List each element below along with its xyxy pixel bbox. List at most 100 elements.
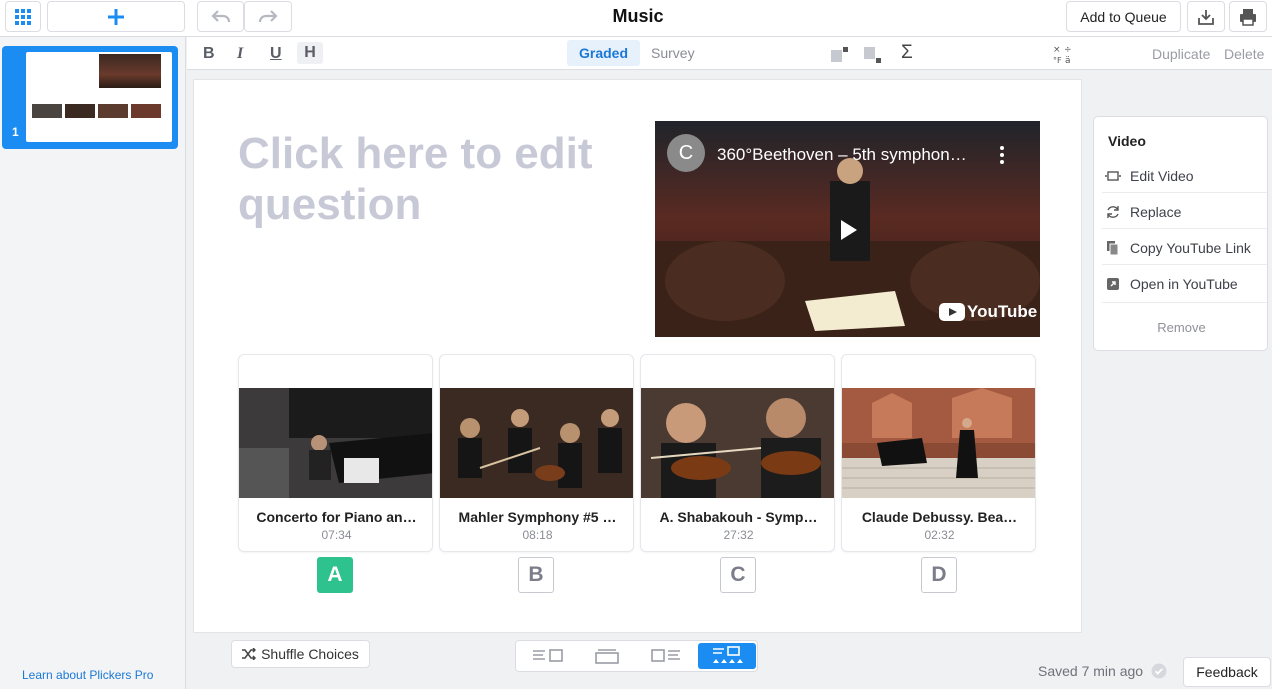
- external-link-icon: [1107, 278, 1119, 290]
- option-label: Copy YouTube Link: [1130, 240, 1251, 256]
- shuffle-icon: [242, 648, 257, 660]
- print-icon: [1240, 8, 1256, 26]
- slide-number: 1: [12, 125, 19, 139]
- top-bar: Music Add to Queue: [0, 0, 1272, 37]
- redo-button[interactable]: [244, 1, 292, 32]
- layout-media-icon: [595, 649, 619, 664]
- choice-letter-d[interactable]: D: [921, 557, 957, 593]
- choice-card-b[interactable]: Mahler Symphony #5 … 08:18: [439, 354, 634, 552]
- bold-button[interactable]: B: [203, 45, 215, 63]
- layout-media-choices-button[interactable]: [698, 643, 756, 669]
- italic-button[interactable]: I: [237, 45, 243, 63]
- choice-thumbnail: [239, 388, 432, 498]
- layout-media-left-button[interactable]: [638, 643, 696, 669]
- copy-youtube-link-option[interactable]: Copy YouTube Link: [1102, 231, 1267, 265]
- subscript-icon: [864, 47, 881, 63]
- option-label: Edit Video: [1130, 168, 1194, 184]
- symbols-button[interactable]: × ÷ °F ä: [1053, 43, 1075, 66]
- edit-video-option[interactable]: Edit Video: [1102, 159, 1267, 193]
- save-status: Saved 7 min ago: [1038, 663, 1167, 679]
- symbols-icon: × ÷ °F ä: [1053, 45, 1072, 66]
- underline-button[interactable]: U: [270, 45, 282, 63]
- grid-icon: [15, 8, 31, 25]
- layout-text-media-icon: [533, 649, 563, 662]
- choice-letter-a[interactable]: A: [317, 557, 353, 593]
- slide-thumbnail-preview: [26, 52, 172, 142]
- plus-icon: [108, 8, 124, 25]
- choice-card-c[interactable]: A. Shabakouh - Symp… 27:32: [640, 354, 835, 552]
- graded-toggle[interactable]: Graded: [567, 40, 641, 66]
- video-title[interactable]: 360°Beethoven – 5th symphon…: [717, 145, 997, 165]
- choice-card-d[interactable]: Claude Debussy. Bea… 02:32: [841, 354, 1036, 552]
- video-frame-icon: [1105, 171, 1121, 181]
- refresh-icon: [1107, 206, 1119, 218]
- check-circle-icon: [1151, 663, 1167, 679]
- youtube-wordmark: YouTube: [967, 302, 1038, 321]
- video-embed[interactable]: C 360°Beethoven – 5th symphon… YouTube: [655, 121, 1040, 337]
- download-icon: [1198, 9, 1214, 25]
- layout-media-text-icon: [651, 649, 680, 662]
- shuffle-choices-button[interactable]: Shuffle Choices: [231, 640, 370, 668]
- layout-switcher: [515, 640, 758, 672]
- save-status-text: Saved 7 min ago: [1038, 663, 1144, 679]
- survey-toggle[interactable]: Survey: [639, 40, 707, 66]
- shuffle-label: Shuffle Choices: [261, 646, 359, 662]
- duplicate-button[interactable]: Duplicate: [1152, 46, 1210, 62]
- superscript-button[interactable]: [831, 47, 849, 63]
- choice-letter-b[interactable]: B: [518, 557, 554, 593]
- undo-button[interactable]: [197, 1, 244, 32]
- copy-icon: [1107, 241, 1119, 255]
- learn-pro-link[interactable]: Learn about Plickers Pro: [22, 668, 153, 682]
- slide-sidebar: 1 Learn about Plickers Pro: [0, 37, 186, 689]
- replace-option[interactable]: Replace: [1102, 195, 1267, 229]
- choice-thumbnail: [641, 388, 834, 498]
- export-button[interactable]: [1187, 1, 1225, 32]
- video-more-button[interactable]: [997, 145, 1007, 165]
- choice-duration: 08:18: [522, 528, 553, 542]
- superscript-icon: [831, 47, 848, 62]
- choice-duration: 02:32: [924, 528, 955, 542]
- new-slide-button[interactable]: [47, 1, 185, 32]
- format-toolbar: B I U H Graded Survey Σ × ÷ °F ä Duplica…: [187, 37, 1272, 70]
- panel-heading: Video: [1108, 133, 1146, 149]
- add-to-queue-button[interactable]: Add to Queue: [1066, 1, 1181, 32]
- layout-text-left-button[interactable]: [518, 643, 576, 669]
- choice-letter-c[interactable]: C: [720, 557, 756, 593]
- svg-text:°F: °F: [1053, 56, 1062, 65]
- more-vertical-icon: [1000, 146, 1004, 164]
- choice-duration: 07:34: [321, 528, 352, 542]
- feedback-button[interactable]: Feedback: [1183, 657, 1271, 687]
- choice-title: Concerto for Piano an…: [256, 509, 417, 525]
- choice-card-a[interactable]: Concerto for Piano an… 07:34: [238, 354, 433, 552]
- youtube-play-icon: [939, 303, 965, 321]
- open-in-youtube-option[interactable]: Open in YouTube: [1102, 267, 1267, 301]
- remove-video-button[interactable]: Remove: [1094, 320, 1269, 335]
- layout-media-only-button[interactable]: [578, 643, 636, 669]
- heading-button[interactable]: H: [297, 42, 323, 64]
- channel-avatar: C: [667, 134, 705, 172]
- print-button[interactable]: [1229, 1, 1267, 32]
- option-label: Replace: [1130, 204, 1182, 220]
- page-title: Music: [612, 6, 664, 26]
- youtube-logo: YouTube: [939, 301, 1037, 323]
- choice-duration: 27:32: [723, 528, 754, 542]
- question-text[interactable]: Click here to edit question: [238, 128, 638, 230]
- option-label: Open in YouTube: [1130, 276, 1238, 292]
- delete-button[interactable]: Delete: [1224, 46, 1264, 62]
- choice-title: Claude Debussy. Bea…: [861, 509, 1018, 525]
- choice-title: Mahler Symphony #5 …: [458, 509, 617, 525]
- layout-media-choices-icon: [713, 646, 743, 663]
- equation-button[interactable]: Σ: [901, 42, 913, 64]
- svg-text:÷: ÷: [1064, 45, 1072, 55]
- svg-text:×: ×: [1053, 45, 1061, 55]
- subscript-button[interactable]: [864, 47, 882, 63]
- redo-icon: [258, 9, 278, 22]
- apps-menu-button[interactable]: [5, 1, 41, 32]
- video-options-panel: Video Edit Video Replace Copy YouTube Li…: [1093, 116, 1268, 351]
- choice-title: A. Shabakouh - Symp…: [659, 509, 818, 525]
- undo-icon: [210, 9, 230, 22]
- video-play-button[interactable]: [835, 217, 861, 243]
- svg-text:ä: ä: [1065, 56, 1071, 65]
- slide-thumbnail[interactable]: 1: [2, 46, 178, 149]
- play-icon: [841, 220, 857, 240]
